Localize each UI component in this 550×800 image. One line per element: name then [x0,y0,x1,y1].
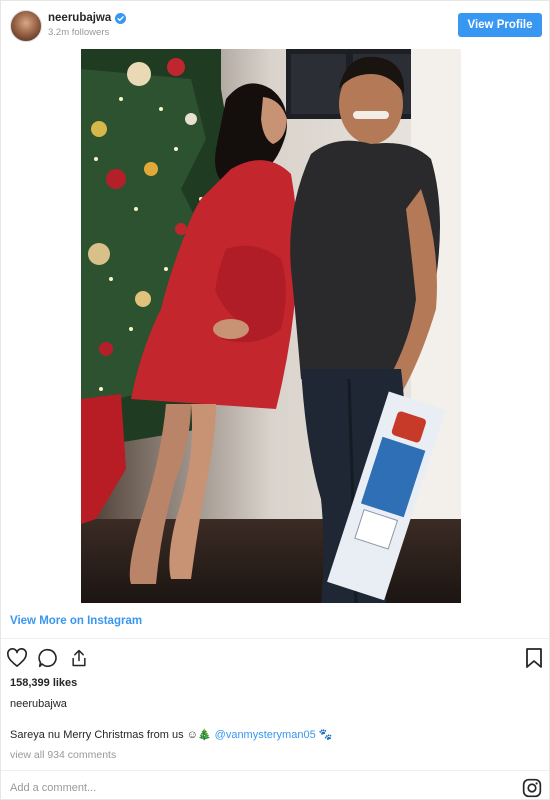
comment-divider [1,770,549,771]
post-photo[interactable] [81,49,461,603]
like-count[interactable]: 158,399 likes [10,677,77,689]
instagram-embed: neerubajwa 3.2m followers View Profile V… [0,0,550,800]
post-actions [5,646,98,670]
add-comment-input[interactable]: Add a comment... [10,782,96,794]
avatar[interactable] [10,10,42,42]
comment-icon[interactable] [36,646,60,670]
heart-icon[interactable] [5,646,29,670]
view-all-comments-link[interactable]: view all 934 comments [10,749,116,761]
post-header: neerubajwa 3.2m followers View Profile [1,1,549,49]
user-info: neerubajwa 3.2m followers [48,11,127,38]
post-media[interactable] [1,49,549,603]
footer-divider [1,638,549,639]
follower-count: 3.2m followers [48,27,110,38]
post-caption: Sareya nu Merry Christmas from us ☺🎄 @va… [10,728,332,741]
caption-mention-link[interactable]: @vanmysteryman05 [215,729,316,741]
view-profile-button[interactable]: View Profile [458,13,542,37]
share-icon[interactable] [67,646,91,670]
view-more-on-instagram-link[interactable]: View More on Instagram [10,615,142,627]
username-row: neerubajwa [48,11,127,25]
caption-emoji: 🐾 [318,729,333,741]
username[interactable]: neerubajwa [48,12,111,24]
verified-badge-icon [115,12,127,24]
bookmark-icon[interactable] [522,646,546,670]
post-author[interactable]: neerubajwa [10,698,67,710]
caption-text: Sareya nu Merry Christmas from us ☺🎄 [10,729,212,741]
instagram-icon[interactable] [522,778,542,798]
